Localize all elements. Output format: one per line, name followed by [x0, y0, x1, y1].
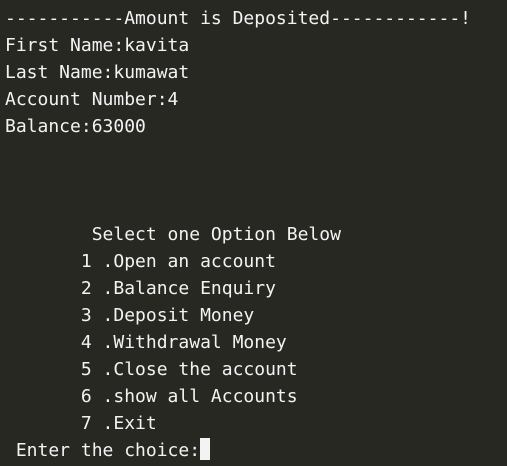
choice-prompt: Enter the choice:	[5, 440, 201, 461]
account-number-line: Account Number:4	[5, 89, 179, 110]
menu-item-show-accounts: 6 .show all Accounts	[5, 386, 298, 407]
choice-prompt-line[interactable]: Enter the choice:	[5, 437, 211, 464]
menu-item-deposit-money: 3 .Deposit Money	[5, 305, 255, 326]
terminal-window[interactable]: -----------Amount is Deposited----------…	[0, 0, 507, 466]
balance-line: Balance:63000	[5, 116, 146, 137]
first-name-line: First Name:kavita	[5, 35, 190, 56]
text-cursor[interactable]	[200, 438, 211, 460]
last-name-line: Last Name:kumawat	[5, 62, 190, 83]
menu-item-exit: 7 .Exit	[5, 413, 157, 434]
menu-title: Select one Option Below	[5, 224, 341, 245]
deposit-header-line: -----------Amount is Deposited----------…	[5, 8, 471, 29]
menu-item-close-account: 5 .Close the account	[5, 359, 298, 380]
menu-item-withdrawal-money: 4 .Withdrawal Money	[5, 332, 287, 353]
menu-item-balance-enquiry: 2 .Balance Enquiry	[5, 278, 276, 299]
menu-item-open-account: 1 .Open an account	[5, 251, 276, 272]
